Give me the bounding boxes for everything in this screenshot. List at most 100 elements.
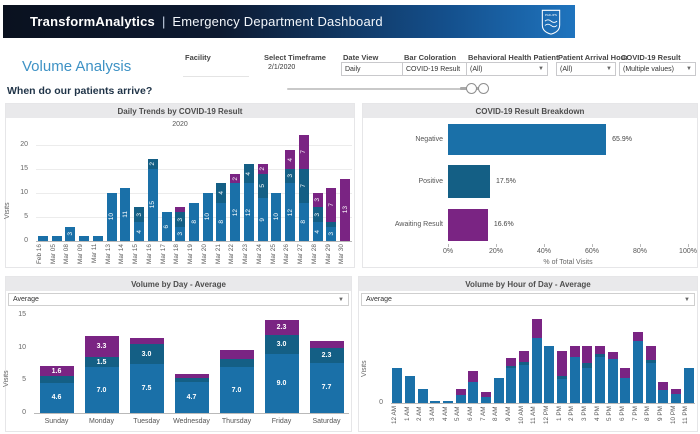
bar-segment-negative[interactable]: 12 [285, 183, 295, 241]
bar-segment-negative[interactable] [646, 363, 656, 403]
bar-segment-awaiting[interactable] [506, 358, 516, 366]
bar-segment-awaiting[interactable]: 13 [340, 179, 350, 241]
bar-segment-negative[interactable] [608, 359, 618, 403]
bar-segment-awaiting[interactable]: 2 [230, 174, 240, 184]
bar-segment-negative[interactable]: 10 [203, 193, 213, 241]
bar-segment-positive[interactable]: 2 [148, 159, 158, 169]
bar-segment-negative[interactable]: 8 [189, 203, 199, 241]
bar-segment-awaiting[interactable] [570, 346, 580, 357]
stacked-bar[interactable]: 952 [258, 164, 268, 241]
bar-segment-awaiting[interactable] [468, 371, 478, 382]
stacked-bar[interactable] [405, 376, 415, 403]
bar-segment-positive[interactable] [519, 362, 529, 365]
bar-positive[interactable] [448, 165, 490, 198]
stacked-bar[interactable]: 13 [340, 179, 350, 241]
bar-segment-positive[interactable]: 4 [216, 183, 226, 202]
filter-covidresult-dropdown[interactable]: (Multiple values) ▼ [619, 62, 696, 76]
bar-negative[interactable] [448, 124, 606, 155]
filter-facility-input[interactable] [183, 63, 249, 77]
stacked-bar[interactable] [532, 319, 542, 403]
stacked-bar[interactable]: 122 [230, 174, 240, 241]
bar-segment-negative[interactable]: 4.7 [175, 382, 209, 413]
stacked-bar[interactable] [608, 352, 618, 403]
bar-segment-negative[interactable] [405, 376, 415, 403]
filter-bhp-dropdown[interactable]: (All) ▼ [466, 62, 548, 76]
stacked-bar[interactable] [519, 351, 529, 403]
stacked-bar[interactable] [506, 358, 516, 403]
bar-segment-negative[interactable]: 4.6 [40, 383, 74, 413]
stacked-bar[interactable] [595, 346, 605, 403]
stacked-bar[interactable]: 10 [271, 193, 281, 241]
stacked-bar[interactable]: 124 [244, 164, 254, 241]
bar-segment-negative[interactable]: 4 [313, 222, 323, 241]
bar-segment-negative[interactable] [392, 368, 402, 403]
stacked-bar[interactable] [582, 346, 592, 403]
bar-segment-negative[interactable]: 6 [162, 212, 172, 241]
stacked-bar[interactable]: 4.6 1.6 [40, 366, 74, 413]
bar-segment-awaiting[interactable] [220, 350, 254, 358]
stacked-bar[interactable]: 7.72.3 [310, 341, 344, 413]
stacked-bar[interactable] [468, 371, 478, 403]
bar-segment-positive[interactable] [582, 363, 592, 368]
stacked-bar[interactable] [456, 389, 466, 403]
bar-segment-awaiting[interactable] [620, 368, 630, 377]
bar-segment-negative[interactable] [430, 401, 440, 403]
bar-segment-awaiting[interactable]: 3.3 [85, 336, 119, 358]
bar-segment-negative[interactable] [481, 397, 491, 403]
bar-segment-negative[interactable]: 7.0 [85, 367, 119, 413]
stacked-bar[interactable]: 3 [65, 227, 75, 241]
stacked-bar[interactable]: 37 [326, 188, 336, 241]
bar-segment-awaiting[interactable]: 3 [313, 193, 323, 207]
bar-segment-positive[interactable] [595, 354, 605, 357]
bar-segment-positive[interactable]: 3.0 [130, 344, 164, 364]
stacked-bar[interactable]: 10 [107, 193, 117, 241]
bar-segment-awaiting[interactable]: 7 [299, 135, 309, 169]
bar-segment-positive[interactable]: 3 [134, 207, 144, 221]
bar-segment-awaiting[interactable]: 1.6 [40, 366, 74, 376]
stacked-bar[interactable]: 43 [134, 207, 144, 241]
bar-segment-awaiting[interactable]: 4 [285, 150, 295, 169]
bar-segment-positive[interactable]: 4 [244, 164, 254, 183]
bar-segment-awaiting[interactable] [658, 382, 668, 390]
filter-barcolor-dropdown[interactable]: COVID-19 Result ▼ [402, 62, 476, 76]
bar-segment-negative[interactable] [468, 382, 478, 403]
bar-segment-awaiting[interactable] [130, 338, 164, 345]
bar-segment-negative[interactable]: 15 [148, 169, 158, 241]
bar-segment-positive[interactable]: 5 [258, 174, 268, 198]
bar-segment-negative[interactable] [633, 341, 643, 403]
bar-segment-negative[interactable] [532, 338, 542, 403]
bar-segment-negative[interactable] [620, 378, 630, 403]
stacked-bar[interactable] [79, 236, 89, 241]
stacked-bar[interactable]: 84 [216, 183, 226, 241]
bar-segment-negative[interactable] [443, 401, 453, 403]
bar-segment-negative[interactable]: 9.0 [265, 354, 299, 413]
stacked-bar[interactable]: 433 [313, 193, 323, 241]
stacked-bar[interactable] [658, 382, 668, 403]
stacked-bar[interactable]: 4.7 [175, 374, 209, 413]
bar-segment-positive[interactable]: 3 [175, 212, 185, 226]
bar-segment-negative[interactable]: 11 [120, 188, 130, 241]
bar-segment-awaiting[interactable] [481, 392, 491, 398]
timeframe-start-value[interactable]: 2/1/2020 [268, 64, 295, 71]
stacked-bar[interactable]: 877 [299, 135, 309, 241]
bar-segment-positive[interactable] [326, 222, 336, 227]
bar-segment-negative[interactable]: 3 [175, 227, 185, 241]
stacked-bar[interactable] [443, 401, 453, 403]
bar-segment-positive[interactable]: 3.0 [265, 335, 299, 355]
bar-segment-negative[interactable] [93, 236, 103, 241]
stacked-bar[interactable] [418, 389, 428, 403]
bar-segment-positive[interactable] [40, 376, 74, 383]
bar-segment-negative[interactable]: 9 [258, 198, 268, 241]
stacked-bar[interactable] [646, 346, 656, 403]
bar-segment-awaiting[interactable] [175, 374, 209, 378]
bar-segment-negative[interactable]: 12 [244, 183, 254, 241]
bar-segment-positive[interactable] [175, 378, 209, 383]
bar-segment-positive[interactable] [506, 366, 516, 368]
bar-segment-awaiting[interactable]: 2 [258, 164, 268, 174]
slider-handle-left[interactable] [466, 83, 477, 94]
bar-segment-negative[interactable] [595, 357, 605, 403]
stacked-bar[interactable]: 7.01.53.3 [85, 336, 119, 413]
bar-segment-awaiting[interactable] [646, 346, 656, 360]
bar-segment-negative[interactable] [671, 394, 681, 403]
stacked-bar[interactable] [93, 236, 103, 241]
